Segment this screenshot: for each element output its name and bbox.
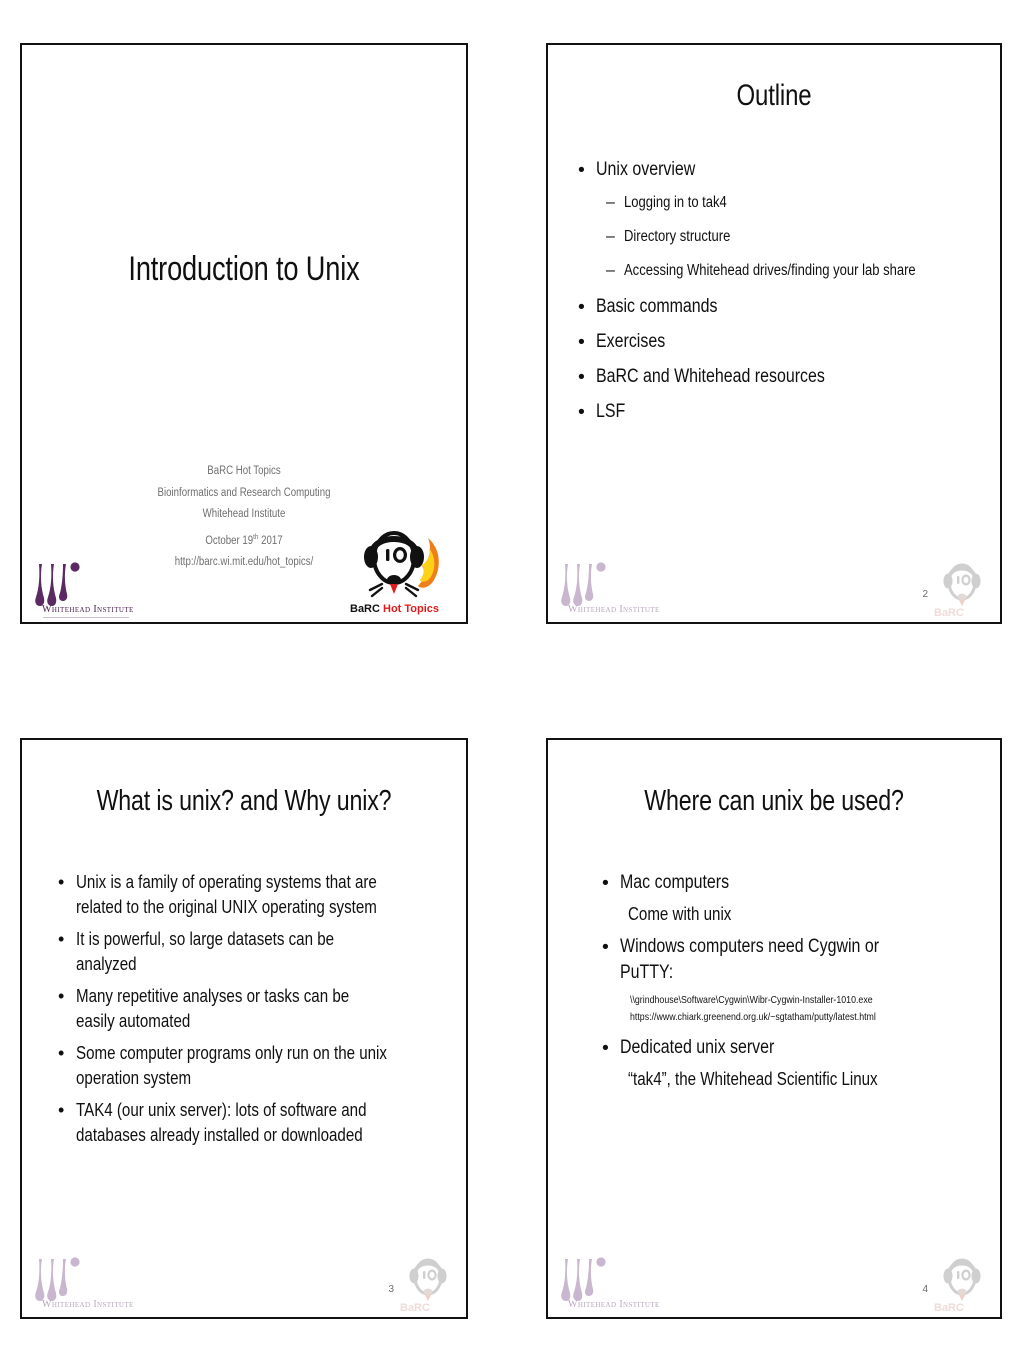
bullet-marker: • — [578, 401, 585, 423]
bullet-marker: • — [58, 986, 65, 1006]
barc-hot-topics-logo: BaRC Hot Topics — [350, 524, 462, 616]
barc-logo-footer: BaRC — [934, 558, 996, 620]
bullet-text: Some computer programs only run on the u… — [76, 1043, 392, 1088]
bullet-item: • Windows computers need Cygwin or PuTTY… — [574, 934, 988, 986]
slide-number: 3 — [388, 1284, 394, 1295]
slide-2-bullet-list: • Unix overview – Logging in to tak4 – D… — [550, 157, 992, 434]
barc-logo-footer: BaRC — [934, 1253, 996, 1315]
slide-3-what-is-unix[interactable]: What is unix? and Why unix? • Unix is a … — [20, 738, 468, 1319]
whitehead-institute-logo-footer: Whitehead Institute — [28, 1253, 144, 1313]
bullet-text: Windows computers need Cygwin or PuTTY: — [620, 936, 884, 983]
whitehead-institute-logo-footer: Whitehead Institute — [554, 1253, 670, 1313]
sub-text: Come with unix — [628, 904, 732, 924]
handout-page: Introduction to Unix BaRC Hot Topics Bio… — [0, 0, 1020, 1356]
whitehead-institute-wordmark: Whitehead Institute — [42, 604, 134, 615]
bullet-text: Dedicated unix server — [620, 1037, 775, 1058]
bullet-text: It is powerful, so large datasets can be… — [76, 929, 339, 974]
bullet-text: Unix overview — [596, 159, 696, 180]
whitehead-logo-rule — [43, 617, 129, 618]
bullet-marker: – — [606, 194, 615, 211]
barc-wordmark-footer: BaRC — [934, 607, 964, 619]
bullet-text: Directory structure — [624, 228, 731, 245]
barc-logo-footer: BaRC — [400, 1253, 462, 1315]
bullet-marker: • — [58, 872, 65, 892]
bullet-text: Mac computers — [620, 872, 730, 893]
barc-wordmark-footer: BaRC — [400, 1302, 430, 1314]
barc-wordmark-text: BaRC — [934, 1302, 964, 1314]
barc-wordmark-red: Hot Topics — [383, 603, 440, 615]
bullet-item: • Unix is a family of operating systems … — [34, 870, 452, 920]
bullet-item: • LSF — [550, 399, 992, 424]
slide-number: 4 — [922, 1284, 928, 1295]
bullet-item: • Basic commands — [550, 294, 992, 319]
bullet-text: LSF — [596, 401, 626, 422]
bullet-text: Unix is a family of operating systems th… — [76, 872, 382, 917]
barc-wordmark-text: BaRC — [934, 607, 964, 619]
barc-wordmark-text: BaRC — [400, 1302, 430, 1314]
bullet-item: • It is powerful, so large datasets can … — [34, 927, 452, 977]
bullet-text: Basic commands — [596, 296, 718, 317]
meta-date-year: 2017 — [258, 534, 283, 547]
bullet-marker: • — [58, 1100, 65, 1120]
bullet-marker: • — [602, 872, 609, 894]
slide-3-bullet-list: • Unix is a family of operating systems … — [34, 870, 452, 1155]
cygwin-installer-path[interactable]: \\grindhouse\Software\Cygwin\Wibr-Cygwin… — [574, 992, 988, 1009]
cygwin-path-text: \\grindhouse\Software\Cygwin\Wibr-Cygwin… — [630, 994, 873, 1006]
slide-4-where-can-unix-be-used[interactable]: Where can unix be used? • Mac computers … — [546, 738, 1002, 1319]
bullet-item: • BaRC and Whitehead resources — [550, 364, 992, 389]
sub-text: “tak4”, the Whitehead Scientific Linux — [628, 1069, 878, 1089]
barc-wordmark-footer: BaRC — [934, 1302, 964, 1314]
bullet-item: • Many repetitive analyses or tasks can … — [34, 984, 452, 1034]
bullet-item: • Exercises — [550, 329, 992, 354]
bullet-marker: – — [606, 262, 615, 279]
meta-date-main: October 19 — [205, 534, 254, 547]
bullet-marker: • — [578, 296, 585, 318]
bullet-item: – Directory structure — [550, 226, 992, 247]
slide-2-outline[interactable]: Outline • Unix overview – Logging in to … — [546, 43, 1002, 624]
bullet-item: • Some computer programs only run on the… — [34, 1041, 452, 1091]
bullet-marker: • — [58, 929, 65, 949]
putty-download-url[interactable]: https://www.chiark.greenend.org.uk/~sgta… — [574, 1009, 988, 1026]
meta-line-institute: Whitehead Institute — [202, 508, 286, 520]
whitehead-institute-wordmark: Whitehead Institute — [568, 604, 660, 615]
slide-1-title-slide[interactable]: Introduction to Unix BaRC Hot Topics Bio… — [20, 43, 468, 624]
slide-4-title: Where can unix be used? — [644, 785, 904, 817]
bullet-marker: • — [578, 366, 585, 388]
slide-3-title: What is unix? and Why unix? — [96, 785, 392, 817]
slide-4-content-list: • Mac computers Come with unix • Windows… — [574, 870, 988, 1099]
whitehead-institute-wordmark: Whitehead Institute — [568, 1299, 660, 1310]
bullet-text: BaRC and Whitehead resources — [596, 366, 825, 387]
meta-line-barc-hot-topics: BaRC Hot Topics — [207, 465, 281, 477]
bullet-marker: • — [602, 1037, 609, 1059]
bullet-text: Many repetitive analyses or tasks can be… — [76, 986, 354, 1031]
bullet-marker: • — [602, 936, 609, 958]
sub-text-line: “tak4”, the Whitehead Scientific Linux — [574, 1067, 988, 1092]
bullet-item: • TAK4 (our unix server): lots of softwa… — [34, 1098, 452, 1148]
whitehead-institute-logo-footer: Whitehead Institute — [554, 558, 670, 618]
meta-line-department: Bioinformatics and Research Computing — [157, 486, 331, 499]
slide-1-title: Introduction to Unix — [128, 250, 360, 288]
bullet-marker: • — [58, 1043, 65, 1063]
whitehead-institute-logo: Whitehead Institute — [28, 558, 144, 618]
whitehead-institute-wordmark: Whitehead Institute — [42, 1299, 134, 1310]
bullet-text: Logging in to tak4 — [624, 194, 727, 211]
bullet-marker: • — [578, 331, 585, 353]
barc-hot-topics-wordmark: BaRC Hot Topics — [350, 603, 439, 615]
bullet-text: Exercises — [596, 331, 666, 352]
bullet-item: – Accessing Whitehead drives/finding you… — [550, 260, 992, 281]
bullet-text: TAK4 (our unix server): lots of software… — [76, 1100, 371, 1145]
slide-number: 2 — [922, 589, 928, 600]
barc-wordmark-dark: BaRC — [350, 603, 384, 615]
bullet-item: • Unix overview — [550, 157, 992, 182]
bullet-marker: – — [606, 228, 615, 245]
slide-2-title: Outline — [736, 79, 812, 112]
putty-url-text: https://www.chiark.greenend.org.uk/~sgta… — [630, 1010, 876, 1023]
bullet-text: Accessing Whitehead drives/finding your … — [624, 262, 916, 279]
bullet-item: – Logging in to tak4 — [550, 192, 992, 213]
bullet-item: • Mac computers — [574, 870, 988, 896]
sub-text-line: Come with unix — [574, 902, 988, 927]
bullet-item: • Dedicated unix server — [574, 1035, 988, 1061]
bullet-marker: • — [578, 159, 585, 181]
